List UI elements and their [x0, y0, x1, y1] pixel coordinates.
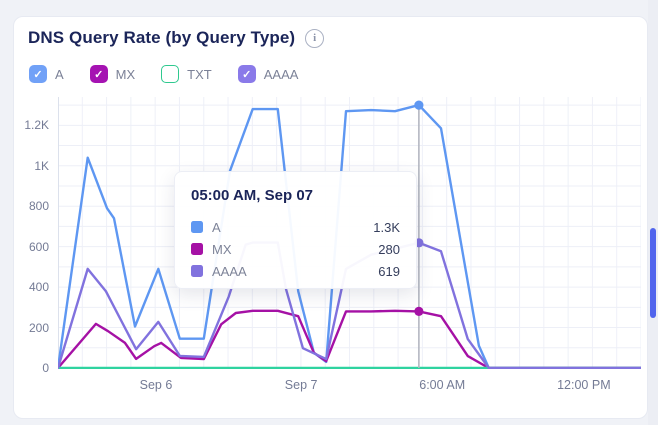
page-scrollbar-track[interactable] [648, 0, 658, 425]
tooltip-row-a: A 1.3K [191, 216, 400, 238]
legend-label: A [55, 67, 64, 82]
series-swatch-icon [191, 221, 203, 233]
tooltip-row-mx: MX 280 [191, 238, 400, 260]
tooltip-series-label: MX [212, 242, 369, 257]
chart-tooltip: 05:00 AM, Sep 07 A 1.3K MX 280 AAAA 619 [174, 171, 417, 289]
x-tick-label: Sep 7 [285, 378, 318, 392]
crosshair-dot-a[interactable] [414, 100, 423, 109]
series-swatch-icon [191, 243, 203, 255]
checked-checkbox-icon[interactable]: ✓ [90, 65, 108, 83]
y-tick-label: 1K [14, 159, 49, 173]
y-tick-label: 800 [14, 199, 49, 213]
legend-label: TXT [187, 67, 212, 82]
tooltip-rows: A 1.3K MX 280 AAAA 619 [191, 216, 400, 282]
y-tick-label: 1.2K [14, 118, 49, 132]
page: { "page": { "background": "#f0f2f7" }, "… [0, 0, 658, 425]
x-tick-label: 12:00 PM [557, 378, 611, 392]
legend-label: MX [116, 67, 136, 82]
page-scrollbar-thumb[interactable] [650, 228, 656, 318]
tooltip-series-label: A [212, 220, 364, 235]
tooltip-series-value: 619 [378, 264, 400, 279]
tooltip-series-value: 280 [378, 242, 400, 257]
legend-row: ✓A✓MXTXT✓AAAA [14, 48, 647, 83]
y-tick-label: 0 [14, 361, 49, 375]
legend-item-txt[interactable]: TXT [161, 65, 212, 83]
tooltip-title: 05:00 AM, Sep 07 [191, 187, 400, 204]
crosshair-dot-mx[interactable] [414, 307, 423, 316]
checked-checkbox-icon[interactable]: ✓ [29, 65, 47, 83]
legend-item-mx[interactable]: ✓ MX [90, 65, 136, 83]
series-swatch-icon [191, 265, 203, 277]
checked-checkbox-icon[interactable]: ✓ [238, 65, 256, 83]
legend-item-aaaa[interactable]: ✓ AAAA [238, 65, 299, 83]
y-tick-label: 200 [14, 321, 49, 335]
dns-query-rate-card: DNS Query Rate (by Query Type) i ✓A✓MXTX… [13, 16, 648, 419]
tooltip-series-value: 1.3K [373, 220, 400, 235]
x-tick-label: Sep 6 [140, 378, 173, 392]
unchecked-checkbox-icon[interactable] [161, 65, 179, 83]
legend-item-a[interactable]: ✓A [29, 65, 64, 83]
tooltip-row-aaaa: AAAA 619 [191, 260, 400, 282]
legend-label: AAAA [264, 67, 299, 82]
y-tick-label: 600 [14, 240, 49, 254]
tooltip-series-label: AAAA [212, 264, 369, 279]
card-title: DNS Query Rate (by Query Type) [28, 28, 295, 48]
y-tick-label: 400 [14, 280, 49, 294]
info-icon[interactable]: i [305, 29, 324, 48]
x-tick-label: 6:00 AM [419, 378, 465, 392]
card-header: DNS Query Rate (by Query Type) i [14, 17, 647, 48]
